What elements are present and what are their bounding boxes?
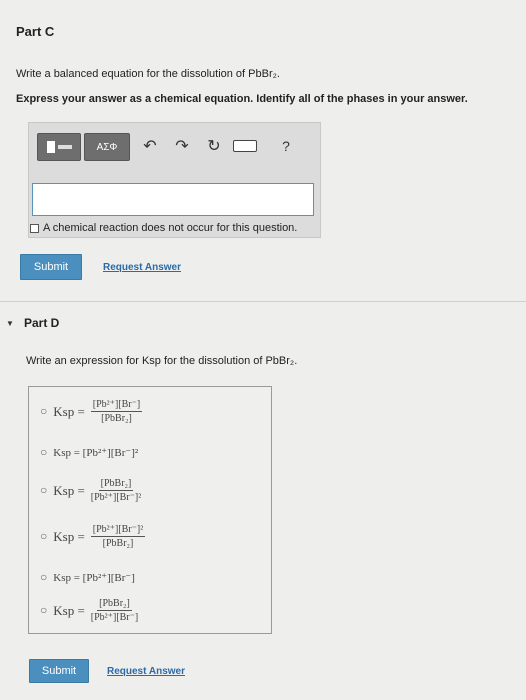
option-denominator: [Pb²⁺][Br⁻]² [90, 492, 142, 503]
option-denominator: [PbBr₂] [102, 538, 134, 549]
option-6[interactable]: ○ Ksp = [PbBr₂] [Pb²⁺][Br⁻] [40, 598, 138, 623]
radio-button[interactable]: ○ [40, 445, 47, 460]
option-lhs: Ksp = [53, 403, 85, 419]
part-c-title: Part C [16, 24, 55, 39]
option-3[interactable]: ○ Ksp = [PbBr₂] [Pb²⁺][Br⁻]² [40, 478, 141, 503]
no-reaction-checkbox-row[interactable]: A chemical reaction does not occur for t… [30, 222, 297, 234]
collapse-triangle-icon[interactable]: ▼ [6, 319, 14, 328]
help-button[interactable]: ? [278, 136, 294, 156]
template-icon [46, 141, 55, 153]
templates-button[interactable] [37, 133, 81, 161]
option-1[interactable]: ○ Ksp = [Pb²⁺][Br⁻] [PbBr₂] [40, 399, 143, 424]
option-numerator: [Pb²⁺][Br⁻]² [90, 524, 146, 537]
option-lhs: Ksp = [53, 528, 85, 544]
part-d-submit-button[interactable]: Submit [29, 659, 89, 683]
option-lhs: Ksp = [53, 602, 85, 618]
greek-symbols-button[interactable]: ΑΣΦ [84, 133, 130, 161]
no-reaction-checkbox[interactable] [30, 223, 39, 233]
radio-button[interactable]: ○ [40, 404, 47, 419]
keyboard-icon[interactable] [228, 138, 262, 154]
part-c-submit-button[interactable]: Submit [20, 254, 82, 280]
answer-input[interactable] [32, 183, 314, 216]
reset-icon[interactable]: ↻ [204, 136, 224, 156]
part-d-title: Part D [24, 316, 60, 330]
radio-button[interactable]: ○ [40, 483, 47, 498]
option-denominator: [PbBr₂] [101, 413, 132, 424]
option-numerator: [PbBr₂] [98, 478, 134, 491]
option-numerator: [Pb²⁺][Br⁻] [90, 399, 143, 412]
section-divider [0, 301, 526, 302]
template-icon-2 [57, 145, 72, 149]
option-text: Ksp = [Pb²⁺][Br⁻]² [53, 447, 139, 459]
part-c-instruction: Express your answer as a chemical equati… [16, 93, 468, 105]
radio-button[interactable]: ○ [40, 570, 47, 585]
radio-button[interactable]: ○ [40, 529, 47, 544]
part-d-question: Write an expression for Ksp for the diss… [26, 355, 298, 367]
option-numerator: [PbBr₂] [97, 598, 132, 611]
option-lhs: Ksp = [53, 482, 85, 498]
option-5[interactable]: ○ Ksp = [Pb²⁺][Br⁻] [40, 570, 135, 585]
no-reaction-label: A chemical reaction does not occur for t… [43, 222, 298, 234]
radio-button[interactable]: ○ [40, 603, 47, 618]
option-text: Ksp = [Pb²⁺][Br⁻] [53, 572, 135, 584]
option-2[interactable]: ○ Ksp = [Pb²⁺][Br⁻]² [40, 445, 138, 460]
option-denominator: [Pb²⁺][Br⁻] [90, 612, 139, 623]
part-d-request-answer-link[interactable]: Request Answer [107, 666, 185, 677]
option-4[interactable]: ○ Ksp = [Pb²⁺][Br⁻]² [PbBr₂] [40, 524, 146, 549]
part-c-request-answer-link[interactable]: Request Answer [103, 262, 181, 273]
undo-icon[interactable]: ↶ [140, 136, 160, 156]
part-c-question: Write a balanced equation for the dissol… [16, 68, 280, 80]
redo-icon[interactable]: ↷ [172, 136, 192, 156]
